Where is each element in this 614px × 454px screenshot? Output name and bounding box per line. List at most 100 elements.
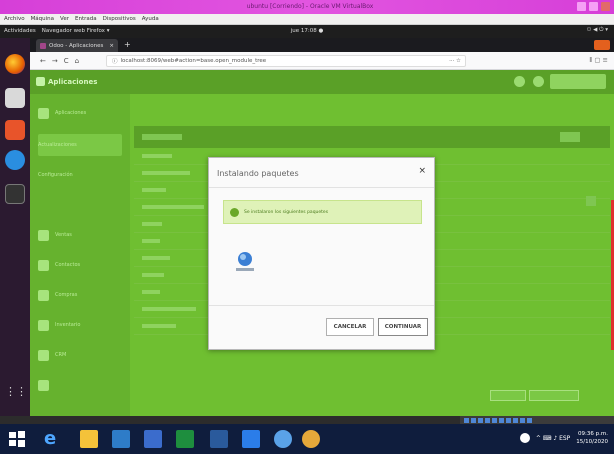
reload-icon[interactable]: C	[64, 57, 69, 65]
sidebar-label: Actualizaciones	[38, 142, 77, 148]
audio-icon	[478, 417, 483, 423]
module-icon	[38, 107, 49, 119]
virtualbox-icon[interactable]	[274, 430, 292, 448]
terminal-icon[interactable]	[5, 184, 25, 204]
minimize-button[interactable]	[577, 2, 586, 11]
column-header[interactable]	[142, 134, 182, 140]
tab-close-icon[interactable]: ×	[109, 43, 114, 49]
sidebar-item-contactos[interactable]: Contactos	[38, 254, 122, 276]
continue-button[interactable]: CONTINUAR	[378, 318, 428, 336]
clock-date: 15/10/2020	[576, 439, 608, 445]
page-actions[interactable]: ··· ☆	[449, 58, 461, 64]
sidebar-item-actualizaciones[interactable]: Actualizaciones	[38, 134, 122, 156]
sidebar-label: CRM	[55, 352, 67, 358]
optical-icon	[471, 417, 476, 423]
package-icon[interactable]	[231, 248, 259, 276]
excel-icon[interactable]	[176, 430, 194, 448]
sidebar-item-configuracion[interactable]: Configuración	[38, 164, 122, 186]
cell	[142, 171, 190, 175]
sidebar-label: Inventario	[55, 322, 81, 328]
cell	[142, 290, 160, 294]
header-icons	[514, 76, 544, 87]
mail-icon[interactable]	[242, 430, 260, 448]
menu-entrada[interactable]: Entrada	[75, 16, 97, 22]
system-tray: ^ ⌨ ♪ ESP 09:36 p.m. 15/10/2020	[519, 430, 608, 446]
ubuntu-clock[interactable]: jue 17:08 ●	[282, 28, 332, 34]
new-tab-button[interactable]: +	[124, 40, 131, 49]
menu-maquina[interactable]: Máquina	[31, 16, 54, 22]
close-icon[interactable]: ×	[418, 166, 426, 176]
shared-folder-icon	[499, 417, 504, 423]
sidebar-item-more[interactable]	[38, 374, 122, 396]
url-bar[interactable]: ⓘ localhost:8069/web#action=base.open_mo…	[106, 55, 466, 67]
cancel-button[interactable]: CANCELAR	[326, 318, 374, 336]
pager-button[interactable]	[529, 390, 579, 401]
pager-button[interactable]	[490, 390, 526, 401]
firefox-icon[interactable]	[5, 54, 25, 74]
sidebar-item-ventas[interactable]: Ventas	[38, 224, 122, 246]
ubuntu-status-icons[interactable]: ⚇ ◀ ⏻ ▾	[586, 27, 608, 34]
cell	[142, 188, 166, 192]
store-icon[interactable]	[112, 430, 130, 448]
gimp-icon[interactable]	[302, 430, 320, 448]
sidebar-label: Contactos	[55, 262, 81, 268]
menu-dispositivos[interactable]: Dispositivos	[103, 16, 136, 22]
firefox-tab-strip: Odoo - Aplicaciones × +	[30, 38, 614, 52]
software-center-icon[interactable]	[5, 120, 25, 140]
app-icon[interactable]	[210, 430, 228, 448]
file-explorer-icon[interactable]	[80, 430, 98, 448]
odoo-favicon-icon	[40, 42, 46, 49]
url-text[interactable]: localhost:8069/web#action=base.open_modu…	[121, 58, 267, 64]
toolbar-icons[interactable]: ⫴ ▢ ≡	[590, 56, 608, 65]
close-window-button[interactable]	[601, 2, 610, 11]
home-icon[interactable]: ⌂	[75, 57, 79, 65]
notice-text: Se instalaron los siguientes paquetes	[244, 210, 329, 215]
app-menu[interactable]: Navegador web Firefox ▾	[42, 28, 110, 34]
maximize-button[interactable]	[589, 2, 598, 11]
forward-icon[interactable]: →	[52, 57, 58, 65]
windows-start-icon[interactable]	[8, 430, 26, 448]
browser-tab[interactable]: Odoo - Aplicaciones ×	[36, 39, 118, 52]
dialog-footer: CANCELAR CONTINUAR	[209, 305, 434, 349]
cell	[142, 205, 204, 209]
chat-icon[interactable]	[514, 76, 525, 87]
cpu-icon	[520, 417, 525, 423]
files-icon[interactable]	[5, 88, 25, 108]
sidebar-item-compras[interactable]: Compras	[38, 284, 122, 306]
sidebar-label: Compras	[55, 292, 78, 298]
success-notice: Se instalaron los siguientes paquetes	[223, 200, 422, 224]
user-menu[interactable]	[550, 74, 606, 89]
hdd-icon	[464, 417, 469, 423]
module-icon	[38, 259, 49, 271]
clock[interactable]: 09:36 p.m. 15/10/2020	[576, 430, 608, 446]
show-apps-icon[interactable]: ⋮⋮⋮	[5, 382, 38, 402]
menu-archivo[interactable]: Archivo	[4, 16, 25, 22]
app-sidebar: Aplicaciones Actualizaciones Configuraci…	[30, 94, 130, 416]
tray-icons[interactable]: ^ ⌨ ♪ ESP	[536, 435, 570, 442]
help-icon[interactable]	[5, 150, 25, 170]
sidebar-label: Aplicaciones	[55, 110, 87, 116]
menu-ver[interactable]: Ver	[60, 16, 69, 22]
activity-icon[interactable]	[533, 76, 544, 87]
sidebar-item-inventario[interactable]: Inventario	[38, 314, 122, 336]
app-name[interactable]: Aplicaciones	[48, 78, 97, 86]
host-window-controls	[577, 2, 610, 11]
module-icon	[38, 229, 49, 241]
host-title-bar[interactable]: ubuntu [Corriendo] - Oracle VM VirtualBo…	[0, 0, 614, 14]
back-icon[interactable]: ←	[40, 57, 46, 65]
install-dialog: Instalando paquetes × Se instalaron los …	[208, 157, 435, 350]
edge-icon[interactable]: e	[44, 430, 62, 448]
mouse-icon	[527, 417, 532, 423]
photos-icon[interactable]	[144, 430, 162, 448]
ubuntu-dock: ⋮⋮⋮	[0, 38, 38, 416]
sidebar-item-aplicaciones[interactable]: Aplicaciones	[38, 102, 122, 124]
column-header-right[interactable]	[560, 132, 580, 142]
cell	[142, 273, 164, 277]
help-icon[interactable]	[519, 433, 530, 443]
activities-button[interactable]: Actividades	[4, 28, 36, 34]
apps-menu-icon[interactable]	[36, 77, 45, 86]
sidebar-item-crm[interactable]: CRM	[38, 344, 122, 366]
cell	[142, 154, 172, 158]
menu-ayuda[interactable]: Ayuda	[142, 16, 159, 22]
firefox-window-close-button[interactable]	[594, 40, 610, 50]
